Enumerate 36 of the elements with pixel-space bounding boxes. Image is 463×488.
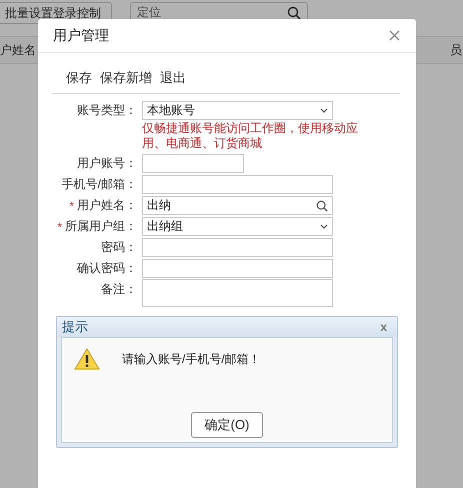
input-field[interactable]	[142, 175, 333, 194]
field-label: 所属用户组：	[65, 218, 137, 235]
select-field[interactable]: 出纳组	[142, 217, 333, 236]
ok-button[interactable]: 确定(O)	[191, 412, 263, 438]
required-mark: *	[57, 220, 62, 234]
field-label: 密码：	[101, 239, 137, 256]
chevron-icon	[320, 224, 328, 229]
warning-icon	[74, 348, 100, 370]
toolbar-action[interactable]: 保存新增	[100, 69, 152, 87]
hint-text: 仅畅捷通账号能访问工作圈，使用移动应用、电商通、订货商城	[142, 121, 359, 151]
search-icon	[287, 6, 301, 20]
field-label: 账号类型：	[77, 102, 137, 119]
chevron-icon	[320, 108, 328, 113]
select-field[interactable]: 本地账号	[142, 101, 333, 120]
field-label: 用户账号：	[77, 155, 137, 172]
field-label: 确认密码：	[77, 260, 137, 277]
required-mark: *	[69, 198, 74, 212]
field-label: 手机号/邮箱：	[62, 176, 137, 193]
search-icon	[316, 200, 328, 212]
textarea-field[interactable]	[142, 278, 333, 306]
alert-title: 提示	[62, 318, 88, 336]
column-header: 员	[450, 42, 462, 58]
input-field[interactable]	[142, 238, 333, 257]
input-field[interactable]: 出纳	[142, 196, 333, 215]
field-label: 备注：	[101, 281, 137, 298]
column-header: 户姓名	[0, 42, 36, 58]
alert-message: 请输入账号/手机号/邮箱！	[122, 350, 261, 368]
dialog-title: 用户管理	[53, 26, 109, 44]
search-placeholder: 定位	[137, 4, 162, 19]
close-icon[interactable]	[389, 30, 400, 41]
field-label: 用户姓名：	[77, 197, 137, 214]
input-field[interactable]	[142, 154, 244, 173]
input-field[interactable]	[142, 259, 333, 278]
toolbar-action[interactable]: 退出	[160, 69, 186, 87]
close-button[interactable]: x	[380, 320, 387, 334]
toolbar-action[interactable]: 保存	[66, 69, 92, 87]
